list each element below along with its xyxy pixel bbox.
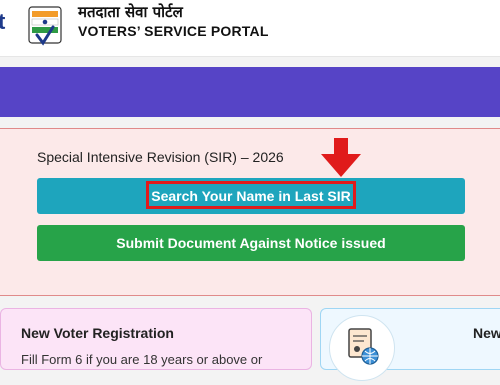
document-globe-icon xyxy=(348,328,379,365)
red-down-arrow-icon xyxy=(321,138,361,177)
header-edge-text: t xyxy=(0,9,6,34)
search-name-in-last-sir-button[interactable]: Search Your Name in Last SIR xyxy=(37,178,465,214)
submit-document-button[interactable]: Submit Document Against Notice issued xyxy=(37,225,465,261)
eci-logo-icon[interactable] xyxy=(23,3,67,47)
submit-document-button-label: Submit Document Against Notice issued xyxy=(116,235,386,251)
second-service-card[interactable]: New xyxy=(320,308,500,381)
highlight-box xyxy=(146,181,356,209)
card-title-new-voter: New Voter Registration xyxy=(21,325,174,341)
sir-panel: Special Intensive Revision (SIR) – 2026 … xyxy=(0,128,500,296)
card-title-second: New xyxy=(473,325,500,341)
card-icon-container xyxy=(329,315,395,381)
site-header: t मतदाता सेवा पोर्टल VOTERS’ SERVICE POR… xyxy=(0,0,500,57)
brand-title-english: VOTERS’ SERVICE PORTAL xyxy=(78,23,269,39)
sir-title: Special Intensive Revision (SIR) – 2026 xyxy=(37,149,284,165)
new-voter-registration-card[interactable]: New Voter Registration Fill Form 6 if yo… xyxy=(0,308,312,370)
brand-title-hindi: मतदाता सेवा पोर्टल xyxy=(78,3,183,21)
navigation-banner xyxy=(0,67,500,117)
